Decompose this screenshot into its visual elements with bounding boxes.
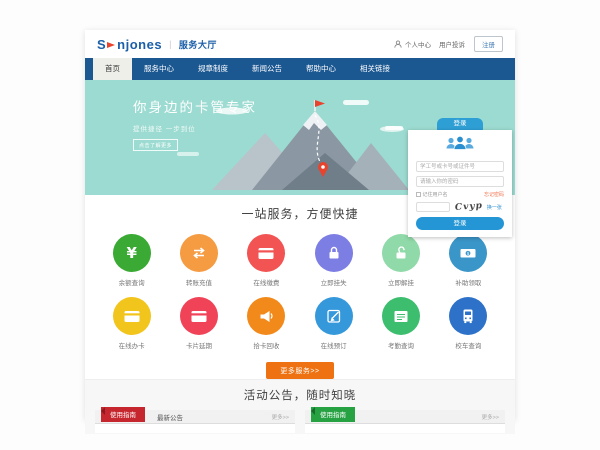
tab-latest-news[interactable]: 最新公告 [157,412,183,422]
users-group-icon [416,135,504,157]
remember-checkbox[interactable] [416,192,421,197]
list-icon [382,297,420,335]
remember-label: 记住用户名 [423,191,448,198]
user-icon [394,35,402,53]
card-icon [247,234,285,272]
more-link[interactable]: 更多>> [272,413,295,421]
service-pay[interactable]: 在线缴费 [233,234,300,287]
site-subtitle: 服务大厅 [179,38,217,51]
nav-item-news[interactable]: 新闻公告 [240,58,294,80]
service-balance[interactable]: ¥ 余额查询 [98,234,165,287]
yen-icon: ¥ [113,234,151,272]
mountain-illustration [197,95,412,195]
panel-head: 使用指南 最新公告 更多>> [95,410,295,424]
account-input[interactable] [416,161,504,172]
site-header: S njones | 服务大厅 个人中心 用户投诉 注册 [85,30,515,58]
login-submit-button[interactable]: 登录 [416,217,504,230]
captcha-input[interactable] [416,202,450,212]
guide-panel-right: 使用指南 更多>> [305,410,505,433]
cloud-shape [177,152,199,156]
service-card-extension[interactable]: 卡片延期 [165,297,232,350]
nav-item-service-center[interactable]: 服务中心 [132,58,186,80]
card-icon [180,297,218,335]
logo-arrow-icon [107,37,116,52]
lock-icon [315,234,353,272]
service-attendance[interactable]: 考勤查询 [367,297,434,350]
service-transfer[interactable]: 转账充值 [165,234,232,287]
guide-panel-left: 使用指南 最新公告 更多>> [95,410,295,433]
forgot-password-link[interactable]: 忘记密码 [484,191,504,198]
register-button[interactable]: 注册 [474,36,503,52]
service-unlock[interactable]: 立即解挂 [367,234,434,287]
hero-cta-button[interactable]: 点击了解更多 [133,139,178,151]
more-link[interactable]: 更多>> [482,413,505,421]
svg-text:$: $ [467,251,470,257]
card-icon [113,297,151,335]
site-logo[interactable]: S njones | 服务大厅 [97,37,217,52]
user-complaint-link[interactable]: 用户投诉 [439,39,465,49]
login-panel: 登录 记住用户名 忘记密码 [408,118,512,237]
captcha-image[interactable]: Cvyp [455,201,484,213]
transfer-arrows-icon [180,234,218,272]
service-online-booking[interactable]: 在线预订 [300,297,367,350]
bus-icon [449,297,487,335]
panel-body [305,424,505,433]
captcha-refresh-link[interactable]: 换一张 [487,204,502,211]
password-input[interactable] [416,176,504,187]
service-school-bus[interactable]: 校车查询 [435,297,502,350]
service-subsidy[interactable]: $ 补助领取 [435,234,502,287]
desktop-background: S njones | 服务大厅 个人中心 用户投诉 注册 首页 服务中心 规章制… [0,0,600,450]
login-form: 记住用户名 忘记密码 Cvyp 换一张 登录 [408,130,512,237]
login-tab[interactable]: 登录 [437,118,483,130]
logo-text-1: S [97,37,106,52]
announcements-title: 活动公告，随时知晓 [85,387,515,403]
logo-divider: | [169,39,172,49]
edit-icon [315,297,353,335]
captcha-row: Cvyp 换一张 [416,202,504,212]
panel-body [95,424,295,433]
hero-banner: 你身边的卡管专家 提供捷径 一步到位 点击了解更多 [85,80,515,195]
ribbon-tab-guide[interactable]: 使用指南 [311,407,355,423]
nav-item-rules[interactable]: 规章制度 [186,58,240,80]
browser-page: S njones | 服务大厅 个人中心 用户投诉 注册 首页 服务中心 规章制… [85,30,515,420]
nav-item-home[interactable]: 首页 [93,58,132,80]
login-options-row: 记住用户名 忘记密码 [416,191,504,198]
panel-head: 使用指南 更多>> [305,410,505,424]
service-apply-card[interactable]: 在线办卡 [98,297,165,350]
logo-text-2: njones [117,37,162,52]
main-nav: 首页 服务中心 规章制度 新闻公告 帮助中心 相关链接 [85,58,515,80]
nav-item-help[interactable]: 帮助中心 [294,58,348,80]
service-report-loss[interactable]: 立即挂失 [300,234,367,287]
announcements-section: 活动公告，随时知晓 使用指南 最新公告 更多>> 使用指南 更多>> [85,379,515,434]
ribbon-tab-guide[interactable]: 使用指南 [101,407,145,423]
banknote-icon: $ [449,234,487,272]
service-found-card[interactable]: 拾卡回收 [233,297,300,350]
services-grid: ¥ 余额查询 转账充值 在线缴费 立即挂失 [98,234,502,350]
announcement-panels: 使用指南 最新公告 更多>> 使用指南 更多>> [85,410,515,433]
nav-item-links[interactable]: 相关链接 [348,58,402,80]
more-services-button[interactable]: 更多服务>> [266,362,334,379]
megaphone-icon [247,297,285,335]
personal-center-link[interactable]: 个人中心 [405,39,431,49]
unlock-icon [382,234,420,272]
header-actions: 个人中心 用户投诉 注册 [394,35,503,53]
